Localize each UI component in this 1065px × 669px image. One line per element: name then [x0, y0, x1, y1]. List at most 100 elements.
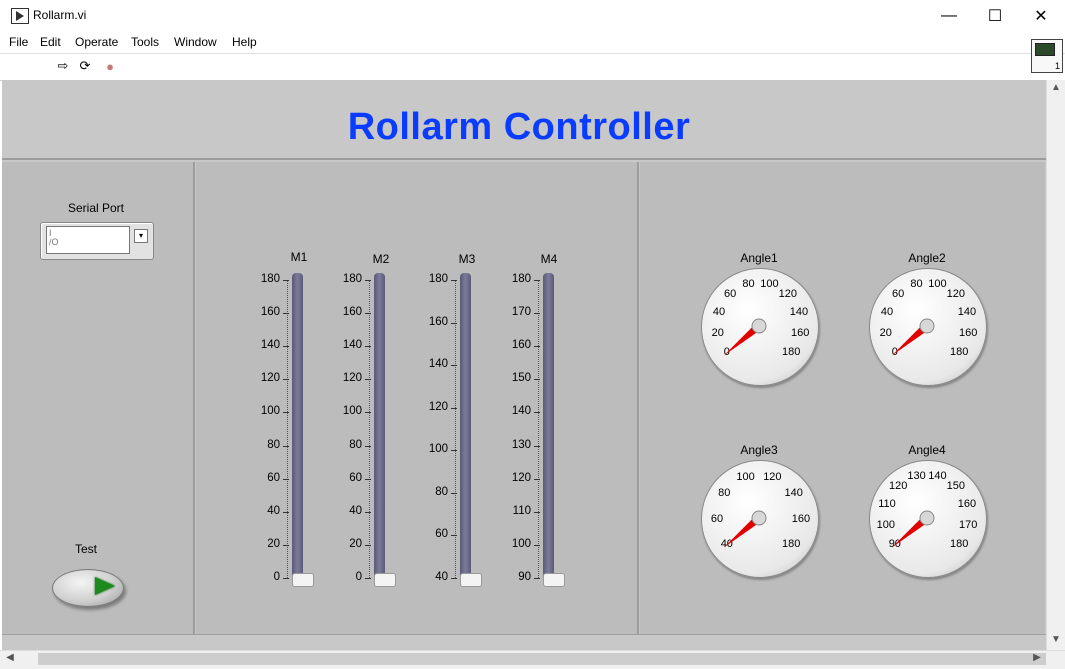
- slider-scale: [455, 280, 457, 578]
- gauge-hub: [919, 318, 935, 334]
- menu-help[interactable]: Help: [232, 35, 257, 49]
- slider-tick: [283, 313, 289, 315]
- menu-window[interactable]: Window: [174, 35, 217, 49]
- slider-thumb[interactable]: [543, 573, 565, 587]
- slider-tick: [451, 535, 457, 537]
- minimize-button[interactable]: —: [926, 0, 972, 32]
- slider-tick-label: 80: [435, 485, 448, 498]
- gauge-label: Angle3: [740, 443, 778, 457]
- maximize-button[interactable]: ☐: [972, 0, 1018, 32]
- scroll-left-icon[interactable]: ◀: [2, 652, 18, 663]
- gauge-label: Angle2: [908, 251, 946, 265]
- menu-bar: [0, 32, 1065, 52]
- slider-tick: [534, 544, 540, 546]
- menu-tools[interactable]: Tools: [131, 35, 159, 49]
- slider-tick: [365, 578, 371, 579]
- slider-tick-label: 80: [349, 438, 362, 451]
- slider-tick: [451, 450, 457, 452]
- slider-section: [196, 162, 639, 634]
- test-label: Test: [74, 542, 97, 556]
- slider-tick: [451, 322, 457, 324]
- slider-tick-label: 130: [511, 438, 531, 451]
- vi-connector-icon[interactable]: 1: [1031, 39, 1063, 73]
- slider-tick-label: 140: [511, 405, 531, 418]
- slider-tick: [365, 280, 371, 281]
- slider-label: M3: [458, 252, 476, 266]
- slider-tick: [451, 578, 457, 579]
- run-continuously-icon[interactable]: ⟳: [77, 58, 93, 74]
- menu-operate[interactable]: Operate: [75, 35, 118, 49]
- gauge-label: Angle1: [740, 251, 778, 265]
- scroll-up-icon[interactable]: ▲: [1048, 82, 1064, 93]
- slider-track[interactable]: [374, 273, 385, 579]
- close-button[interactable]: ✕: [1018, 0, 1064, 32]
- slider-thumb[interactable]: [292, 573, 314, 587]
- slider-tick-label: 20: [267, 537, 280, 550]
- slider-tick-label: 160: [428, 315, 448, 328]
- slider-track[interactable]: [460, 273, 471, 579]
- slider-tick-label: 150: [511, 372, 531, 385]
- slider-track[interactable]: [292, 273, 303, 579]
- slider-tick-label: 100: [342, 405, 362, 418]
- vi-number: 1: [1054, 61, 1060, 71]
- slider-tick: [365, 313, 371, 315]
- minimize-icon: —: [941, 7, 957, 24]
- gauge-hub: [919, 510, 935, 526]
- menu-file[interactable]: File: [9, 35, 28, 49]
- menu-edit[interactable]: Edit: [40, 35, 61, 49]
- abort-execution-icon[interactable]: ●: [102, 58, 118, 74]
- labview-vi-icon: [11, 8, 29, 24]
- slider-tick-label: 60: [435, 528, 448, 541]
- slider-tick-label: 140: [428, 358, 448, 371]
- run-arrow-icon[interactable]: ⇨: [55, 58, 71, 74]
- dropdown-arrow-icon[interactable]: ▾: [134, 229, 148, 243]
- slider-tick: [283, 346, 289, 348]
- slider-tick-label: 120: [428, 400, 448, 413]
- slider-tick-label: 100: [260, 405, 280, 418]
- scroll-right-icon[interactable]: ▶: [1029, 652, 1045, 663]
- slider-tick: [451, 280, 457, 281]
- io-icon: I/O: [49, 228, 59, 247]
- slider-tick: [534, 478, 540, 480]
- slider-tick-label: 180: [511, 273, 531, 285]
- maximize-icon: ☐: [987, 8, 1003, 25]
- slider-tick: [283, 379, 289, 381]
- slider-tick-label: 0: [273, 571, 280, 583]
- slider-tick-label: 110: [512, 504, 531, 517]
- slider-label: M4: [540, 252, 558, 266]
- slider-tick: [534, 280, 540, 281]
- slider-tick: [283, 280, 289, 281]
- serial-port-label: Serial Port: [67, 201, 125, 215]
- slider-scale: [538, 280, 540, 578]
- serial-port-field[interactable]: [46, 226, 130, 254]
- panel-title: Rollarm Controller: [347, 106, 691, 148]
- horizontal-scroll-thumb[interactable]: [38, 653, 1046, 665]
- run-arrow-light-icon: [95, 577, 115, 595]
- slider-label: M1: [290, 250, 308, 264]
- slider-tick-label: 160: [511, 339, 531, 352]
- vertical-scrollbar[interactable]: [1046, 80, 1065, 650]
- slider-tick: [534, 412, 540, 414]
- slider-tick-label: 180: [260, 273, 280, 285]
- slider-tick: [365, 412, 371, 414]
- slider-tick-label: 120: [511, 471, 531, 484]
- slider-tick-label: 90: [518, 571, 531, 583]
- slider-thumb[interactable]: [374, 573, 396, 587]
- slider-tick: [534, 379, 540, 381]
- slider-thumb[interactable]: [460, 573, 482, 587]
- slider-track[interactable]: [543, 273, 554, 579]
- slider-tick-label: 140: [342, 339, 362, 352]
- window-titlebar[interactable]: [0, 0, 1065, 32]
- scroll-down-icon[interactable]: ▼: [1048, 634, 1064, 645]
- slider-tick-label: 20: [349, 537, 362, 550]
- slider-tick-label: 80: [267, 438, 280, 451]
- toolbar: [0, 53, 1065, 81]
- slider-tick: [534, 578, 540, 579]
- slider-tick: [451, 407, 457, 409]
- slider-tick: [365, 511, 371, 513]
- slider-tick-label: 160: [342, 306, 362, 319]
- close-icon: ✕: [1034, 8, 1048, 25]
- gauge-hub: [751, 318, 767, 334]
- bottom-decoration: [2, 634, 1046, 651]
- slider-tick: [451, 365, 457, 367]
